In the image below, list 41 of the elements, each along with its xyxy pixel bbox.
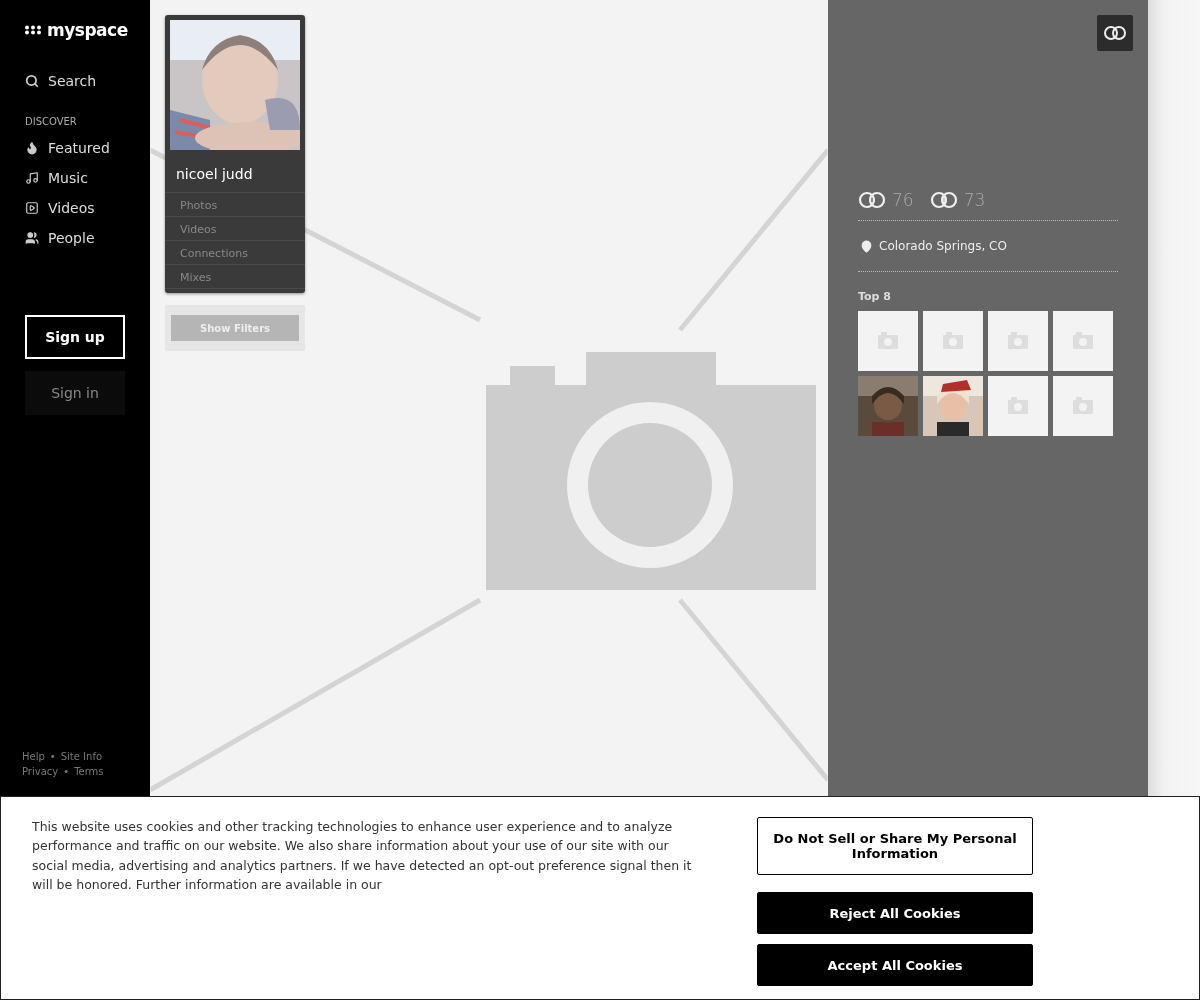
footer-link[interactable]: Terms <box>74 766 104 777</box>
sign-in-button[interactable]: Sign in <box>25 371 125 415</box>
footer-link[interactable]: Help <box>22 751 45 762</box>
rings-icon <box>858 191 886 209</box>
cookie-button[interactable]: Reject All Cookies <box>757 892 1033 934</box>
nav-link[interactable]: People <box>25 223 150 253</box>
footer-link[interactable]: Privacy <box>22 766 59 777</box>
nav-link[interactable]: Videos <box>25 193 150 223</box>
sign-up-button[interactable]: Sign up <box>25 315 125 359</box>
rings-icon <box>1103 25 1127 41</box>
separator: • <box>49 751 56 762</box>
profile-name: nicoel judd <box>165 150 305 193</box>
flame-icon <box>25 141 39 155</box>
empty-photo-thumbnail <box>1053 311 1113 371</box>
section-heading: DISCOVER <box>25 116 78 127</box>
connect-button[interactable] <box>1097 15 1133 51</box>
music-note-icon <box>25 171 39 185</box>
location-pin-icon <box>860 239 873 253</box>
section-heading: Top 8 <box>858 290 892 303</box>
nav-link[interactable]: Featured <box>25 133 150 163</box>
connection-count: 76 <box>892 190 914 210</box>
cookie-button[interactable]: Accept All Cookies <box>757 944 1033 986</box>
video-icon <box>25 201 39 215</box>
empty-photo-thumbnail <box>923 311 983 371</box>
cookie-button[interactable]: Do Not Sell or Share My Personal Information <box>757 817 1033 875</box>
footer-link[interactable]: Site Info <box>60 751 103 762</box>
myspace-logo[interactable]: myspace <box>25 20 150 40</box>
dots-icon <box>25 25 44 35</box>
location-text: Colorado Springs, CO <box>879 239 1007 253</box>
cookie-notice-text: This website uses cookies and other tracking technologies to enhance user experience and to analyze performance and traffic on our website. We also share information about your use of our site with our social media, advertising and analytics partners. If we have detected an opt-out preference signal then it will be honored. Further information are available in our <box>32 818 693 894</box>
connection-count: 73 <box>963 190 986 210</box>
people-icon <box>25 231 39 245</box>
nav-link[interactable]: Music <box>25 163 150 193</box>
empty-photo-thumbnail <box>1053 376 1113 436</box>
empty-photo-thumbnail <box>988 376 1048 436</box>
separator: • <box>63 766 70 777</box>
empty-photo-thumbnail <box>988 311 1048 371</box>
rings-icon <box>929 191 958 209</box>
empty-photo-thumbnail <box>858 311 918 371</box>
search-icon <box>25 74 39 88</box>
search-link[interactable]: Search <box>25 66 150 96</box>
